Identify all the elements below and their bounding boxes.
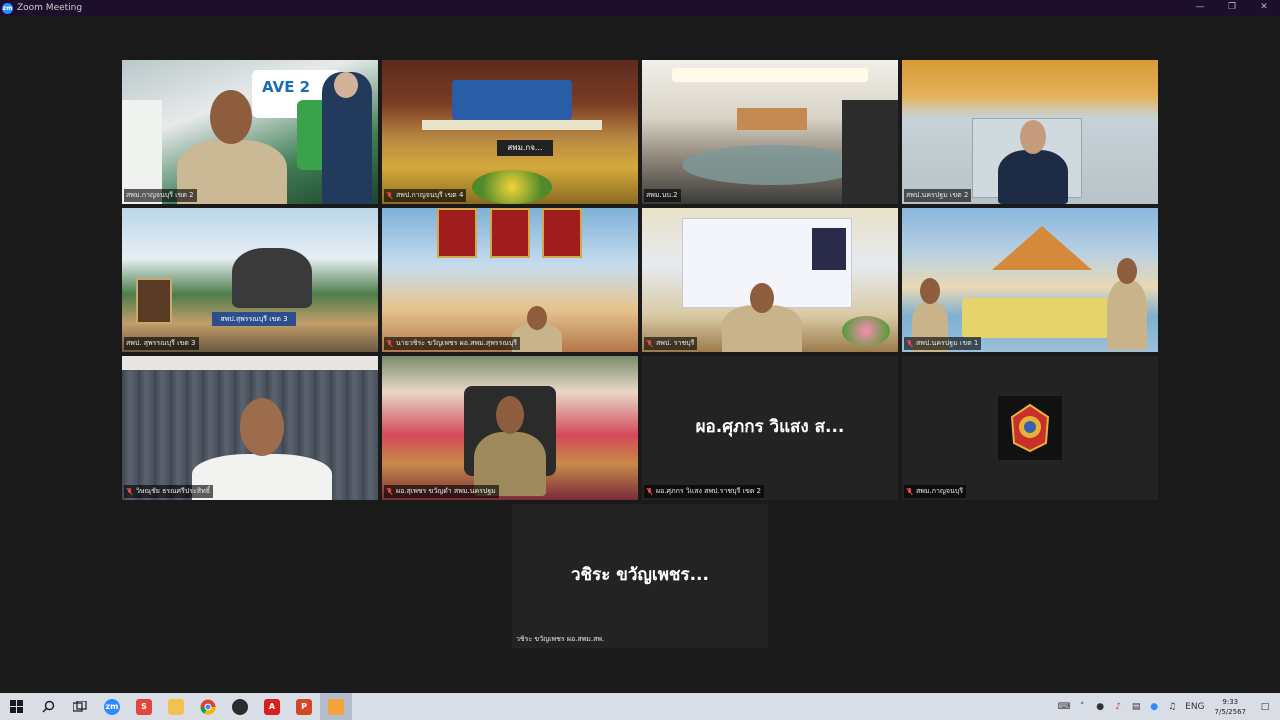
zoom-icon: zm [2,2,13,14]
participant-display-name: ผอ.ศุภกร วิแสง ส... [695,417,845,438]
video-tile[interactable]: สพป.นครปฐม เขต 1 [902,208,1158,352]
windows-taskbar: zm S A P ⌨ ˄ ● ♪ ▤ ● ♫ ENG 9:33 7/5/2567… [0,693,1280,720]
video-tile[interactable]: สพป. ราชบุรี [642,208,898,352]
search-icon[interactable] [32,693,64,720]
participant-name-label: สพม.นบ.2 [644,189,681,202]
nameplate: สพม.กจ... [497,140,553,156]
video-gallery: AVE 2 สพม.กาญจนบุรี เขต 2 สพม.กจ... สพป.… [0,16,1280,693]
participant-name-label: สพป. ราชบุรี [644,337,698,350]
zoom-tray-icon[interactable]: ● [1147,701,1161,713]
app-icon[interactable] [224,693,256,720]
notifications-icon[interactable]: □ [1258,701,1272,713]
participant-name-label: สพม.กาญจนบุรี เขต 2 [124,189,197,202]
video-tile-camera-off[interactable]: สพม.กาญจนบุรี [902,356,1158,500]
zoom-app-icon[interactable]: zm [96,693,128,720]
window-titlebar: zm Zoom Meeting — ❐ ✕ [0,0,1280,16]
mic-muted-icon [906,340,913,347]
participant-name-label: สพป. สุพรรณบุรี เขต 3 [124,337,199,350]
notes-icon[interactable] [320,693,352,720]
wps-icon[interactable]: S [128,693,160,720]
video-tile[interactable]: สพป.สุพรรณบุรี เขต 3 สพป. สุพรรณบุรี เขต… [122,208,378,352]
participant-name-label: สพป.กาญจนบุรี เขต 4 [384,189,467,202]
mic-muted-icon [126,488,133,495]
mic-muted-icon [646,340,653,347]
mic-muted-icon [906,488,913,495]
participant-display-name: วชิระ ขวัญเพชร... [571,565,709,586]
keyboard-icon[interactable]: ⌨ [1057,701,1071,713]
clock[interactable]: 9:33 7/5/2567 [1215,697,1246,717]
video-tile[interactable]: สพม.กจ... สพป.กาญจนบุรี เขต 4 [382,60,638,204]
video-tile-camera-off[interactable]: ผอ.ศุภกร วิแสง ส... ผอ.ศุภกร วิแสง สพป.ร… [642,356,898,500]
participant-name-label: วิษณุชัย ธรณศรีประสิทธิ์ [124,485,213,498]
mic-muted-icon [386,488,393,495]
organization-logo-icon [998,396,1062,460]
participant-name-label: ผอ.ศุภกร วิแสง สพป.ราชบุรี เขต 2 [644,485,764,498]
video-tile-active-speaker[interactable]: สพม.นบ.2 [642,60,898,204]
chevron-up-icon[interactable]: ˄ [1075,701,1089,713]
video-tile[interactable]: วิษณุชัย ธรณศรีประสิทธิ์ [122,356,378,500]
minimize-icon[interactable]: — [1184,0,1216,16]
language-indicator[interactable]: ENG [1185,701,1204,713]
nameplate: สพป.สุพรรณบุรี เขต 3 [212,312,296,326]
system-tray: ⌨ ˄ ● ♪ ▤ ● ♫ ENG 9:33 7/5/2567 □ [1055,693,1280,720]
mic-muted-icon [646,488,653,495]
mic-muted-icon [386,192,393,199]
powerpoint-icon[interactable]: P [288,693,320,720]
video-tile[interactable]: สพป.นครปฐม เขต 2 [902,60,1158,204]
file-explorer-icon[interactable] [160,693,192,720]
microphone-icon[interactable]: ● [1093,701,1107,713]
video-tile[interactable]: AVE 2 สพม.กาญจนบุรี เขต 2 [122,60,378,204]
window-title: Zoom Meeting [17,3,83,13]
participant-name-label: วชิระ ขวัญเพชร ผอ.สพม.สพ. [516,635,605,643]
windows-start-icon[interactable] [0,693,32,720]
close-icon[interactable]: ✕ [1248,0,1280,16]
participant-name-label: สพป.นครปฐม เขต 2 [904,189,972,202]
clock-date: 7/5/2567 [1214,707,1246,716]
restore-icon[interactable]: ❐ [1216,0,1248,16]
acrobat-icon[interactable]: A [256,693,288,720]
participant-name-label: สพม.กาญจนบุรี [904,485,966,498]
participant-name-label: ผอ.สุเพชร ขวัญดำ สพม.นครปฐม [384,485,499,498]
speaker-muted-icon[interactable]: ♪ [1111,701,1125,713]
mic-muted-icon [386,340,393,347]
video-tile[interactable]: นายวชิระ ขวัญเพชร ผอ.สพม.สุพรรณบุรี [382,208,638,352]
participant-name-label: นายวชิระ ขวัญเพชร ผอ.สพม.สุพรรณบุรี [384,337,521,350]
window-controls: — ❐ ✕ [1184,0,1280,16]
clock-time: 9:33 [1222,697,1239,706]
video-tile[interactable]: ผอ.สุเพชร ขวัญดำ สพม.นครปฐม [382,356,638,500]
task-view-icon[interactable] [64,693,96,720]
network-icon[interactable]: ▤ [1129,701,1143,713]
participant-name-label: สพป.นครปฐม เขต 1 [904,337,982,350]
volume-icon[interactable]: ♫ [1165,701,1179,713]
chrome-icon[interactable] [192,693,224,720]
video-tile-camera-off[interactable]: วชิระ ขวัญเพชร... วชิระ ขวัญเพชร ผอ.สพม.… [512,504,768,648]
